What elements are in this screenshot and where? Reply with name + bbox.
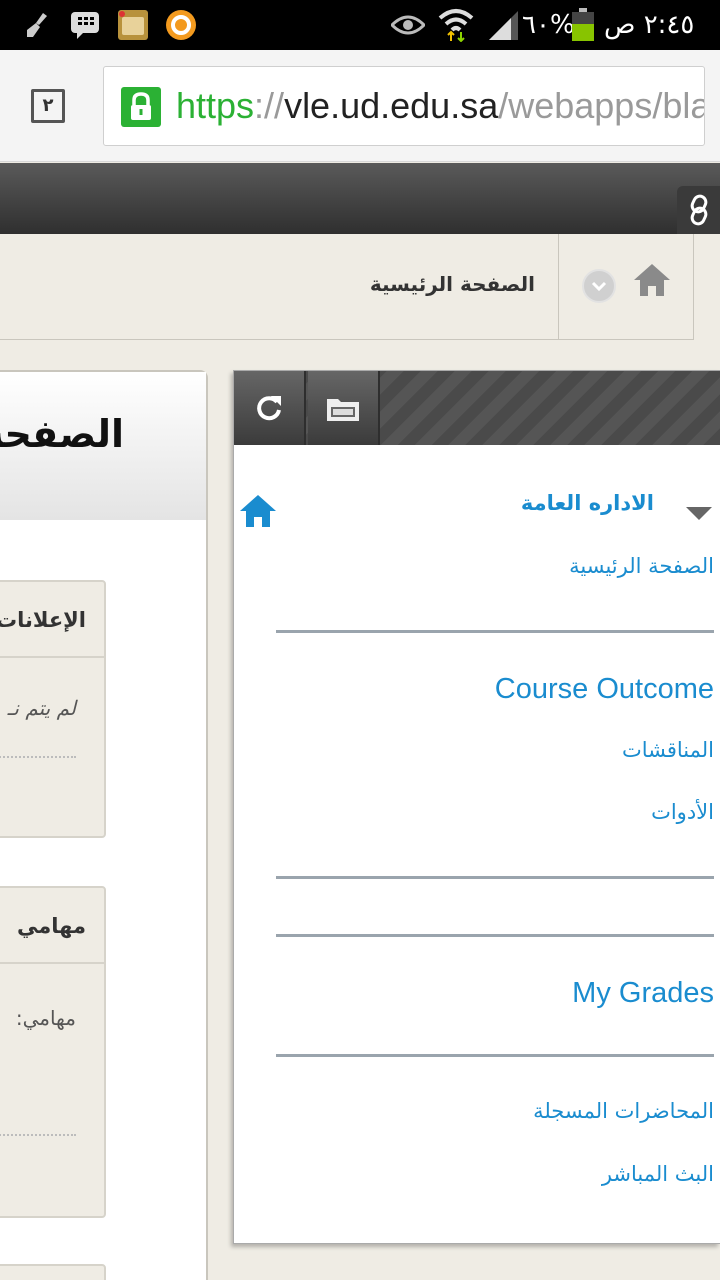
url-bar[interactable]: https://vle.ud.edu.sa/webapps/bla bbox=[103, 66, 705, 146]
site-header-bar bbox=[0, 163, 720, 234]
broom-icon bbox=[22, 8, 54, 42]
home-icon[interactable] bbox=[632, 262, 672, 302]
breadcrumb-current[interactable]: الصفحة الرئيسية bbox=[370, 234, 535, 334]
divider bbox=[0, 756, 76, 758]
breadcrumb-menu-button[interactable] bbox=[582, 269, 616, 303]
wifi-icon bbox=[437, 8, 475, 42]
nav-item-home[interactable]: الصفحة الرئيسية bbox=[569, 554, 714, 578]
browser-toolbar: ٢ https://vle.ud.edu.sa/webapps/bla bbox=[0, 50, 720, 162]
calendar-app-icon bbox=[117, 8, 149, 42]
content-panel: الصفحة الإعلانات لم يتم نـ مهامي مهامي: bbox=[0, 370, 208, 1280]
caret-down-icon[interactable] bbox=[686, 505, 712, 525]
nav-item-my-grades[interactable]: My Grades bbox=[572, 977, 714, 1010]
orange-circle-icon bbox=[164, 8, 198, 42]
nav-item-course-outcome[interactable]: Course Outcome bbox=[495, 673, 714, 706]
eye-icon bbox=[390, 8, 426, 42]
course-menu-toolbar bbox=[234, 371, 720, 445]
module-header: الإعلانات bbox=[0, 582, 104, 658]
module-body: لم يتم نـ bbox=[7, 696, 76, 720]
chevron-down-icon bbox=[591, 281, 607, 292]
divider bbox=[276, 630, 714, 633]
page-title: الصفحة bbox=[0, 412, 124, 456]
bbm-icon bbox=[68, 8, 102, 42]
tasks-module: مهامي مهامي: bbox=[0, 886, 106, 1218]
module-header: مهامي bbox=[0, 888, 104, 964]
tab-switcher-button[interactable]: ٢ bbox=[31, 89, 65, 123]
content-header: الصفحة bbox=[0, 372, 206, 520]
signal-icon bbox=[486, 8, 520, 42]
nav-item-live-broadcast[interactable]: البث المباشر bbox=[602, 1162, 714, 1186]
nav-section-header[interactable]: الاداره العامة bbox=[521, 491, 654, 515]
divider bbox=[276, 1054, 714, 1057]
lock-icon bbox=[121, 87, 161, 127]
nav-item-recorded-lectures[interactable]: المحاضرات المسجلة bbox=[533, 1099, 714, 1123]
battery-percent: ٦٠% bbox=[522, 10, 575, 40]
module-title: مهامي bbox=[17, 914, 86, 938]
folder-icon bbox=[327, 399, 359, 421]
divider bbox=[276, 876, 714, 879]
nav-item-tools[interactable]: الأدوات bbox=[651, 800, 714, 824]
divider bbox=[0, 1134, 76, 1136]
url-text: https://vle.ud.edu.sa/webapps/bla bbox=[176, 85, 705, 126]
tab-count-label: ٢ bbox=[42, 95, 54, 116]
module-title: الإعلانات bbox=[0, 608, 86, 632]
module-partial bbox=[0, 1264, 106, 1280]
refresh-button[interactable] bbox=[234, 371, 306, 445]
clock: ٢:٤٥ ص bbox=[604, 10, 695, 40]
home-icon[interactable] bbox=[238, 493, 278, 533]
battery-icon bbox=[570, 8, 596, 42]
refresh-icon bbox=[257, 396, 281, 421]
divider bbox=[276, 934, 714, 937]
announcements-module: الإعلانات لم يتم نـ bbox=[0, 580, 106, 838]
breadcrumb-divider bbox=[558, 234, 559, 340]
status-bar: ٦٠% ٢:٤٥ ص bbox=[0, 0, 720, 50]
folder-view-button[interactable] bbox=[308, 371, 380, 445]
course-menu-panel: الاداره العامة الصفحة الرئيسية Course Ou… bbox=[233, 370, 720, 1244]
module-body: مهامي: bbox=[15, 1006, 76, 1030]
link-icon[interactable] bbox=[677, 186, 720, 234]
nav-item-discussions[interactable]: المناقشات bbox=[622, 738, 714, 762]
